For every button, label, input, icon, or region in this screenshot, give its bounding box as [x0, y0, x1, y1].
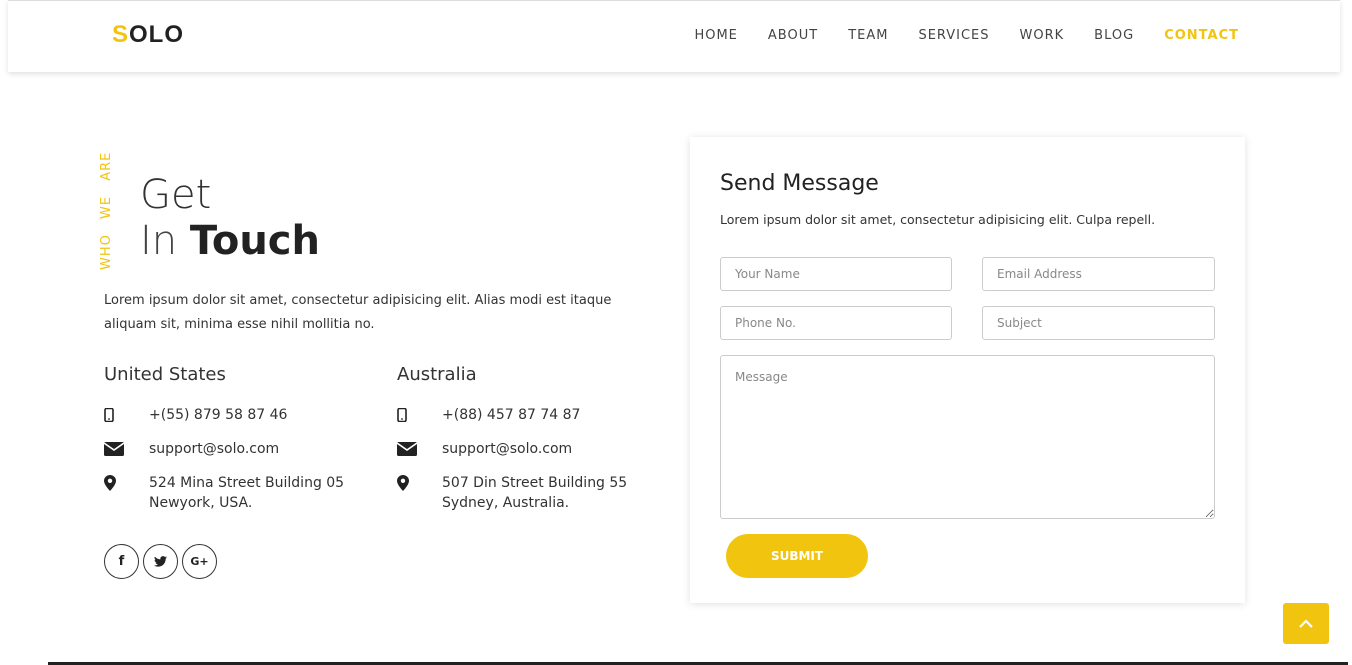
- address-line2: Sydney, Australia.: [442, 495, 570, 511]
- title-line2: In Touch: [140, 218, 320, 264]
- envelope-icon: [104, 439, 149, 459]
- section-tag: WHO WE ARE: [99, 151, 114, 270]
- title-light-word: In: [140, 218, 178, 264]
- address-line1: 524 Mina Street Building 05: [149, 475, 345, 491]
- office-phone-row: +(55) 879 58 87 46: [104, 405, 384, 425]
- office-address: 507 Din Street Building 55 Sydney, Austr…: [442, 473, 627, 513]
- phone-input[interactable]: [720, 306, 952, 340]
- office-email[interactable]: support@solo.com: [149, 439, 279, 459]
- office-united-states: United States +(55) 879 58 87 46 support…: [104, 364, 384, 527]
- chevron-up-icon: [1299, 619, 1313, 628]
- office-email-row: support@solo.com: [104, 439, 384, 459]
- office-australia: Australia +(88) 457 87 74 87 support@sol…: [397, 364, 677, 527]
- logo-rest: OLO: [129, 21, 185, 48]
- intro-text: Lorem ipsum dolor sit amet, consectetur …: [104, 293, 612, 332]
- logo-first-letter: S: [112, 21, 130, 48]
- page-title: Get In Touch: [140, 172, 320, 264]
- office-phone: +(88) 457 87 74 87: [442, 407, 581, 423]
- title-bold-word: Touch: [189, 218, 320, 264]
- facebook-icon: f: [118, 554, 125, 569]
- form-subtitle: Lorem ipsum dolor sit amet, consectetur …: [720, 212, 1156, 227]
- scroll-to-top-button[interactable]: [1283, 603, 1329, 644]
- nav-about[interactable]: ABOUT: [768, 28, 818, 43]
- mobile-icon: [397, 405, 442, 425]
- social-links: f G+: [104, 544, 221, 579]
- nav-services[interactable]: SERVICES: [918, 28, 989, 43]
- site-header: SOLO HOME ABOUT TEAM SERVICES WORK BLOG …: [8, 0, 1340, 72]
- twitter-button[interactable]: [143, 544, 178, 579]
- office-address-row: 524 Mina Street Building 05 Newyork, USA…: [104, 473, 384, 513]
- office-email[interactable]: support@solo.com: [442, 439, 572, 459]
- googleplus-button[interactable]: G+: [182, 544, 217, 579]
- main-nav: HOME ABOUT TEAM SERVICES WORK BLOG CONTA…: [664, 28, 1239, 43]
- envelope-icon: [397, 439, 442, 459]
- mobile-icon: [104, 405, 149, 425]
- office-name: United States: [104, 364, 226, 385]
- address-line1: 507 Din Street Building 55: [442, 475, 628, 491]
- form-title: Send Message: [720, 171, 879, 196]
- nav-team[interactable]: TEAM: [848, 28, 888, 43]
- office-address: 524 Mina Street Building 05 Newyork, USA…: [149, 473, 344, 513]
- office-phone: +(55) 879 58 87 46: [149, 407, 288, 423]
- nav-contact[interactable]: CONTACT: [1164, 28, 1239, 43]
- office-email-row: support@solo.com: [397, 439, 677, 459]
- office-name: Australia: [397, 364, 477, 385]
- address-line2: Newyork, USA.: [149, 495, 253, 511]
- title-line1: Get: [140, 172, 212, 218]
- facebook-button[interactable]: f: [104, 544, 139, 579]
- nav-work[interactable]: WORK: [1020, 28, 1065, 43]
- map-marker-icon: [397, 473, 442, 493]
- googleplus-icon: G+: [190, 555, 209, 568]
- contact-form-card: Send Message Lorem ipsum dolor sit amet,…: [690, 137, 1245, 603]
- subject-input[interactable]: [982, 306, 1215, 340]
- email-input[interactable]: [982, 257, 1215, 291]
- submit-button[interactable]: SUBMIT: [726, 534, 868, 578]
- twitter-icon: [154, 556, 167, 567]
- message-textarea[interactable]: [720, 355, 1215, 519]
- name-input[interactable]: [720, 257, 952, 291]
- logo[interactable]: SOLO: [112, 21, 184, 49]
- nav-home[interactable]: HOME: [694, 28, 737, 43]
- office-phone-row: +(88) 457 87 74 87: [397, 405, 677, 425]
- map-marker-icon: [104, 473, 149, 493]
- office-address-row: 507 Din Street Building 55 Sydney, Austr…: [397, 473, 677, 513]
- nav-blog[interactable]: BLOG: [1094, 28, 1134, 43]
